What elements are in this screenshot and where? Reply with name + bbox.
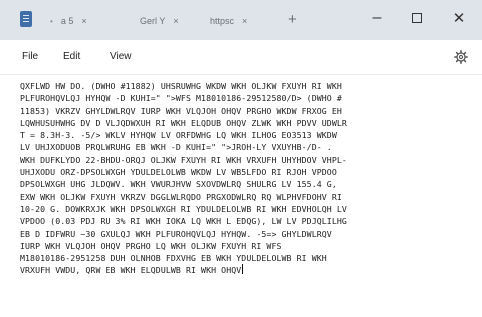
close-button[interactable]: ✕ (444, 6, 474, 30)
menu-file[interactable]: File (22, 51, 38, 62)
menu-bar: File Edit View (0, 40, 482, 75)
menu-edit[interactable]: Edit (63, 51, 80, 62)
text-line: PLFUROHQVLQJ HYHQW -D KUHI=" ">WFS M1801… (20, 93, 342, 104)
text-line: LV UHJXODUOB PRQLWRUHG EB WKH -D KUHI=" … (20, 142, 332, 153)
notepad-window: • a 5 × Gerl Y × httpsc × + – ✕ File Edi… (0, 0, 482, 317)
menu-view[interactable]: View (110, 51, 132, 62)
gear-icon[interactable] (454, 50, 468, 64)
tab-close-icon[interactable]: × (81, 16, 86, 26)
text-line: DPSOLWXGH UHG JLDQWV. WKH VWURJHVW SXOVD… (20, 179, 337, 190)
text-line: EB D IDFWRU ~30 GXULQJ WKH PLFUROHQVLQJ … (20, 228, 332, 239)
tab-close-icon[interactable]: × (173, 16, 178, 26)
tab-2[interactable]: Gerl Y × (140, 12, 179, 30)
text-caret (242, 264, 244, 275)
text-line-last: VRXUFH VWDU, QRW EB WKH ELQDULWB RI WKH … (20, 264, 482, 276)
notepad-icon (20, 11, 32, 27)
tab-1[interactable]: • a 5 × (50, 12, 87, 30)
new-tab-button[interactable]: + (288, 11, 297, 28)
tab-label: httpsc (210, 16, 235, 26)
text-editor[interactable]: QXFLWD HW DO. (DWHO #11882) UHSRUWHG WKD… (20, 80, 482, 317)
text-line: QXFLWD HW DO. (DWHO #11882) UHSRUWHG WKD… (20, 81, 342, 91)
tab-label: a 5 (60, 16, 74, 26)
title-bar: • a 5 × Gerl Y × httpsc × + – ✕ (0, 0, 482, 40)
tab-modified-dot: • (50, 16, 53, 26)
text-line: 11853) VKRZV GHYLDWLRQV IURP WKH VLQJOH … (20, 105, 342, 116)
text-line: UHJXODU ORZ-DPSOLWXGH YDULDELOLWB WKDW L… (20, 167, 337, 178)
tab-3[interactable]: httpsc × (210, 12, 247, 30)
tab-label: Gerl Y (140, 16, 166, 26)
text-line: 10-20 G. DOWKRXJK WKH DPSOLWXGH RI YDULD… (20, 203, 347, 214)
text-line: LQWHUSUHWHG DV D VLJQDWXUH RI WKH ELQDUB… (20, 117, 347, 128)
text-line: T = 8.3H-3. -5/> WKLV HYHQW LV ORFDWHG L… (20, 130, 337, 141)
tab-close-icon[interactable]: × (242, 16, 247, 26)
text-line: VPDOO (0.03 PDJ RU 3% RI WKH IOKA LQ WKH… (20, 216, 347, 227)
minimize-button[interactable]: – (362, 6, 392, 30)
maximize-button[interactable] (402, 6, 432, 30)
maximize-icon (412, 13, 422, 23)
text-line-content: VRXUFH VWDU, QRW EB WKH ELQDULWB RI WKH … (20, 265, 242, 276)
text-line: IURP WKH VLQJOH OHQV PRGHO LQ WKH OLJKW … (20, 240, 282, 251)
text-line: M18010186-2951258 DUH OLNHOB FDXVHG EB W… (20, 253, 327, 264)
text-line: EXW WKH OLJKW FXUYH VKRZV DGGLWLRQDO PRG… (20, 191, 342, 202)
text-line: WKH DUFKLYDO 22-BHDU-ORQJ OLJKW FXUYH RI… (20, 154, 347, 165)
